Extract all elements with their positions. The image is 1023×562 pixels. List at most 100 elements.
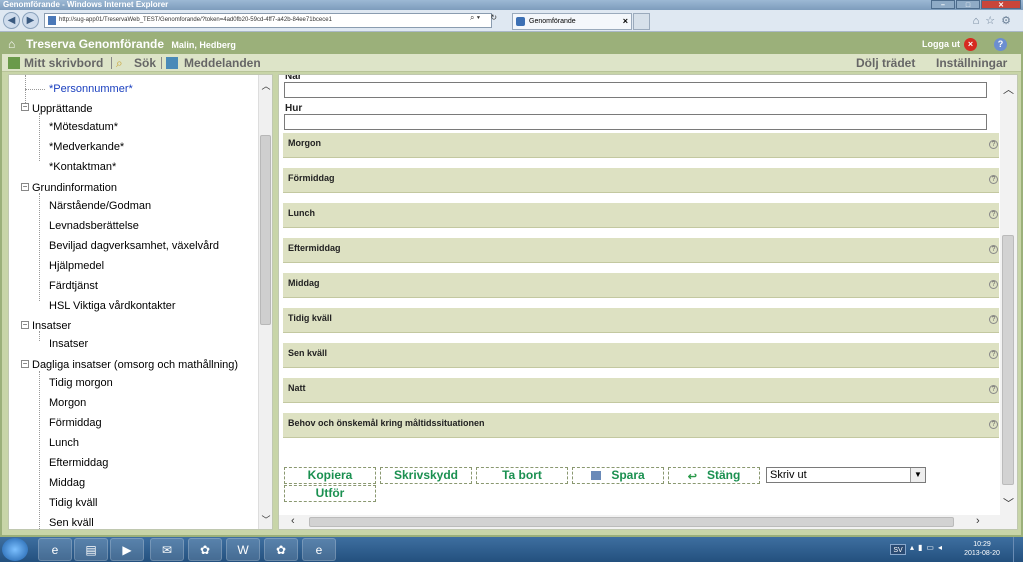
new-tab-button[interactable] [633,13,650,30]
tree-scroll-thumb[interactable] [260,135,271,325]
network-icon[interactable]: ▭ [926,543,938,552]
tree-item[interactable]: Förmiddag [49,417,102,429]
ta-bort-button[interactable]: Ta bort [476,467,568,484]
scroll-right-icon[interactable]: › [976,515,980,527]
scroll-up-icon[interactable]: ︿ [259,79,272,91]
tree-node-grundinformation[interactable]: Grundinformation [32,182,117,194]
menu-messages[interactable]: Meddelanden [184,56,261,70]
stang-button[interactable]: ↩ Stäng [668,467,760,484]
section-morgon[interactable]: Morgon ? [283,133,999,158]
content-horizontal-scrollbar[interactable]: ‹ › [279,515,1017,529]
show-desktop-button[interactable] [1013,537,1023,562]
spara-button[interactable]: Spara [572,467,664,484]
section-sen-kvall[interactable]: Sen kväll ? [283,343,999,368]
tree-toggle-insatser[interactable]: − [21,321,29,329]
content-scroll-thumb[interactable] [1002,235,1014,485]
skrivskydd-button[interactable]: Skrivskydd [380,467,472,484]
logout-close-icon[interactable]: × [964,38,977,51]
section-eftermiddag[interactable]: Eftermiddag ? [283,238,999,263]
section-behov-maltid[interactable]: Behov och önskemål kring måltidssituatio… [283,413,999,438]
tree-item[interactable]: Eftermiddag [49,457,108,469]
tree-item[interactable]: Middag [49,477,85,489]
minimize-icon[interactable]: – [931,0,955,9]
app-taskbar-icon[interactable]: ✿ [188,538,222,561]
tree-item[interactable]: *Kontaktman* [49,161,116,173]
word-taskbar-icon[interactable]: W [226,538,260,561]
forward-icon[interactable]: ▶ [22,12,39,29]
address-bar[interactable]: http://sug-app01/TreservaWeb_TEST/Genomf… [44,13,492,28]
tree-item[interactable]: *Mötesdatum* [49,121,118,133]
tree-item[interactable]: Hjälpmedel [49,260,104,272]
tree-node-upprattande[interactable]: Upprättande [32,103,93,115]
tree-item[interactable]: Sen kväll [49,517,94,529]
utfor-button[interactable]: Utför [284,485,376,502]
media-player-taskbar-icon[interactable]: ▶ [110,538,144,561]
tree-item-personnummer[interactable]: *Personnummer* [49,83,133,95]
section-help-icon[interactable]: ? [989,140,998,149]
explorer-taskbar-icon[interactable]: ▤ [74,538,108,561]
section-help-icon[interactable]: ? [989,175,998,184]
tree-item[interactable]: Levnadsberättelse [49,220,139,232]
tree-toggle-upprattande[interactable]: − [21,103,29,111]
refresh-icon[interactable]: ↻ [490,13,497,22]
dropdown-icon[interactable]: ▾ [477,13,480,22]
tree-item[interactable]: Morgon [49,397,86,409]
content-vertical-scrollbar[interactable]: ︿ ﹀ [1000,75,1017,515]
section-formiddag[interactable]: Förmiddag ? [283,168,999,193]
tree-node-dagliga[interactable]: Dagliga insatser (omsorg och mathållning… [32,359,238,371]
maximize-icon[interactable]: □ [956,0,980,9]
tree-toggle-grundinformation[interactable]: − [21,183,29,191]
ie-active-taskbar-icon[interactable]: e [302,538,336,561]
browser-tab[interactable]: Genomförande × [512,13,632,30]
volume-icon[interactable]: ◂ [938,543,946,552]
home-icon[interactable]: ⌂ [973,15,986,27]
tree-item[interactable]: Beviljad dagverksamhet, växelvård [49,240,219,252]
section-middag[interactable]: Middag ? [283,273,999,298]
tree-item[interactable]: Tidig morgon [49,377,113,389]
language-indicator[interactable]: SV [890,544,906,555]
tree-node-insatser[interactable]: Insatser [32,320,71,332]
tree-item[interactable]: Närstående/Godman [49,200,151,212]
back-icon[interactable]: ◀ [3,12,20,29]
section-help-icon[interactable]: ? [989,280,998,289]
scroll-down-icon[interactable]: ﹀ [1003,495,1014,511]
section-lunch[interactable]: Lunch ? [283,203,999,228]
outlook-taskbar-icon[interactable]: ✉ [150,538,184,561]
tree-item[interactable]: Tidig kväll [49,497,98,509]
section-help-icon[interactable]: ? [989,315,998,324]
kopiera-button[interactable]: Kopiera [284,467,376,484]
menu-my-desk[interactable]: Mitt skrivbord [24,56,103,70]
search-icon[interactable]: ⌕ [470,13,474,22]
start-button[interactable] [2,538,28,561]
tree-item[interactable]: HSL Viktiga vårdkontakter [49,300,176,312]
tree-item[interactable]: Insatser [49,338,88,350]
menu-search[interactable]: Sök [134,56,156,70]
tree-item[interactable]: Färdtjänst [49,280,98,292]
tab-close-icon[interactable]: × [623,14,628,29]
favorites-icon[interactable]: ☆ [985,15,1001,27]
tools-gear-icon[interactable]: ⚙ [1001,15,1017,27]
scroll-left-icon[interactable]: ‹ [291,515,295,527]
tree-scrollbar[interactable]: ︿ ﹀ [258,75,272,529]
settings-link[interactable]: Inställningar [936,56,1007,70]
help-icon[interactable]: ? [994,38,1007,51]
section-help-icon[interactable]: ? [989,385,998,394]
close-icon[interactable]: ✕ [981,0,1021,9]
tree-item[interactable]: Lunch [49,437,79,449]
tree-item[interactable]: *Medverkande* [49,141,124,153]
scroll-up-icon[interactable]: ︿ [1003,81,1014,97]
nar-input[interactable] [284,82,987,98]
section-help-icon[interactable]: ? [989,210,998,219]
section-help-icon[interactable]: ? [989,350,998,359]
tree-toggle-dagliga[interactable]: − [21,360,29,368]
hide-tree-link[interactable]: Dölj trädet [856,56,915,70]
section-help-icon[interactable]: ? [989,245,998,254]
ie-taskbar-icon[interactable]: e [38,538,72,561]
logout-link[interactable]: Logga ut [922,39,960,49]
hur-input[interactable] [284,114,987,130]
scroll-down-icon[interactable]: ﹀ [259,513,272,525]
section-help-icon[interactable]: ? [989,420,998,429]
section-tidig-kvall[interactable]: Tidig kväll ? [283,308,999,333]
tray-expand-icon[interactable]: ▴ [910,543,918,552]
content-hscroll-thumb[interactable] [309,517,954,527]
